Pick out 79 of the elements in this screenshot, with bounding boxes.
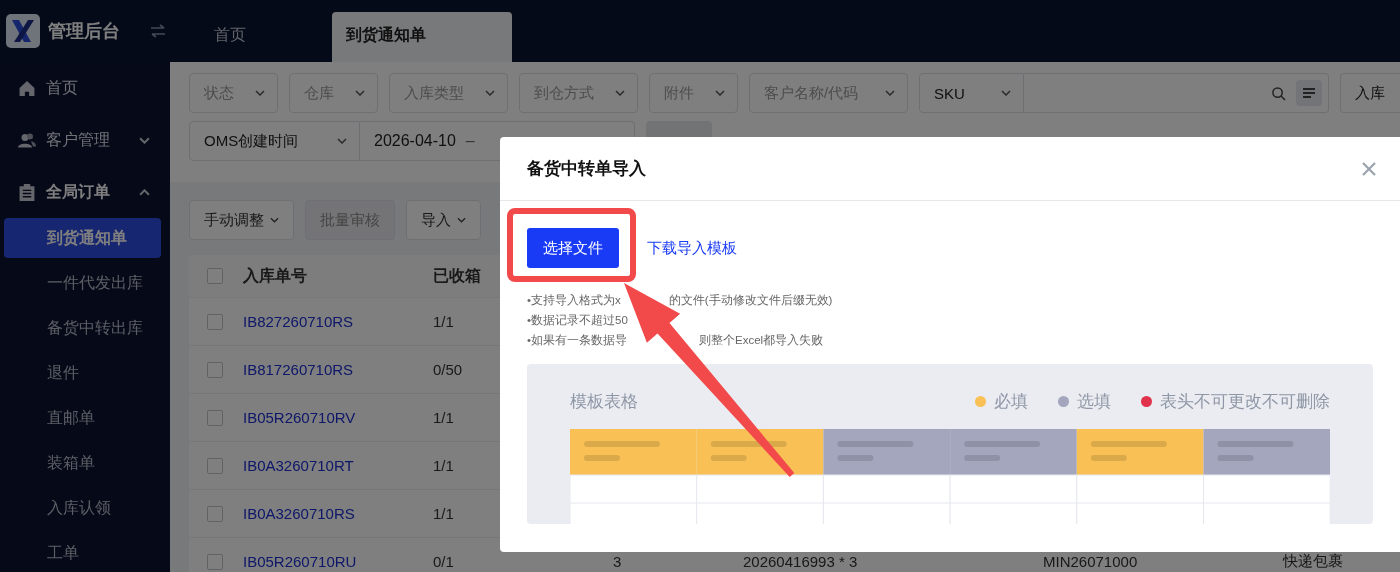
toolbar-button[interactable]: 导入 [406,200,481,240]
note-text: 的文件(手动修改文件后缀无效) [668,293,833,308]
legend-label: 表头不可更改不可删除 [1160,391,1330,413]
caret-icon [457,217,466,223]
table-cell: 1/1 [433,409,454,426]
logo-icon [6,14,40,48]
order-number-link[interactable]: IB0A3260710RS [243,505,355,522]
column-header: 已收箱 [433,266,481,284]
table-cell: 1/1 [433,313,454,330]
table-cell: 3 [613,553,622,570]
sidebar-item[interactable]: 退件 [4,353,161,393]
start-date: 2026-04-10 [374,132,456,150]
chevron-up-icon [139,188,150,196]
date-type-select[interactable]: OMS创建时间 [189,121,360,161]
order-number-link[interactable]: IB827260710RS [243,313,354,330]
search-field[interactable] [1024,73,1329,113]
sidebar-item[interactable]: 工单 [4,533,161,572]
table-cell: 1/1 [433,457,454,474]
table-cell: MIN26071000 [1043,553,1138,570]
note-text: •数据记录不超过50 [527,313,628,328]
chevron-down-icon [615,90,625,96]
close-icon[interactable] [1362,161,1376,176]
clipboard-icon [18,183,36,201]
order-number-link[interactable]: IB05R260710RU [243,553,357,570]
sidebar-item[interactable]: 备货中转出库 [4,308,161,348]
dialog-title: 备货中转单导入 [527,158,646,180]
sidebar-item[interactable]: 入库认领 [4,488,161,528]
search-icon[interactable] [1271,85,1286,101]
table-cell: 0/50 [433,361,463,378]
chevron-down-icon [337,138,347,144]
chevron-down-icon [715,90,725,96]
legend-label: 选填 [1077,391,1111,413]
order-number-link[interactable]: IB0A3260710RT [243,457,354,474]
select-all-checkbox[interactable] [207,268,223,284]
order-number-link[interactable]: IB05R260710RV [243,409,356,426]
sidebar-item[interactable]: 到货通知单 [4,218,161,258]
note-text: •支持导入格式为x [527,293,621,308]
table-cell: 20260416993 * 3 [743,553,858,570]
page-tab[interactable]: 首页 [200,12,260,62]
download-template-link[interactable]: 下载导入模板 [647,238,737,258]
template-title: 模板表格 [570,391,638,413]
row-checkbox[interactable] [207,409,223,426]
caret-icon [270,217,279,223]
sidebar-group[interactable]: 首页 [0,62,170,114]
chevron-down-icon [1001,90,1011,96]
sidebar-group[interactable]: 全局订单 [0,166,170,218]
table-cell: 1/1 [433,505,454,522]
list-icon[interactable] [1296,80,1322,106]
field-select[interactable]: SKU [919,73,1024,113]
sidebar-item[interactable]: 装箱单 [4,443,161,483]
date-separator: – [465,132,475,150]
chevron-down-icon [139,136,150,144]
swap-arrows-icon[interactable] [150,24,166,38]
table-cell: 快递包裹 [1283,552,1343,569]
order-number-link[interactable]: IB817260710RS [243,361,354,378]
choose-file-button[interactable]: 选择文件 [527,228,619,268]
app-title: 管理后台 [48,20,120,43]
note-text: 则整个Excel都导入失败 [699,333,824,348]
sidebar-item[interactable]: 一件代发出库 [4,263,161,303]
row-checkbox[interactable] [207,553,223,570]
legend-label: 必填 [994,391,1028,413]
sidebar-group[interactable]: 客户管理 [0,114,170,166]
filter-select[interactable]: 入库 [1340,73,1400,113]
chevron-down-icon [485,90,495,96]
row-checkbox[interactable] [207,505,223,522]
page-tab[interactable]: 到货通知单 [332,12,512,62]
note-text: •如果有一条数据导 [527,333,628,348]
sidebar-item[interactable]: 直邮单 [4,398,161,438]
home-icon [18,79,36,97]
table-cell: 0/1 [433,553,454,570]
chevron-down-icon [885,90,895,96]
row-checkbox[interactable] [207,361,223,378]
users-icon [18,131,36,149]
chevron-down-icon [255,90,265,96]
toolbar-button[interactable]: 手动调整 [189,200,294,240]
chevron-down-icon [355,90,365,96]
column-header: 入库单号 [243,266,307,284]
row-checkbox[interactable] [207,313,223,330]
row-checkbox[interactable] [207,457,223,474]
